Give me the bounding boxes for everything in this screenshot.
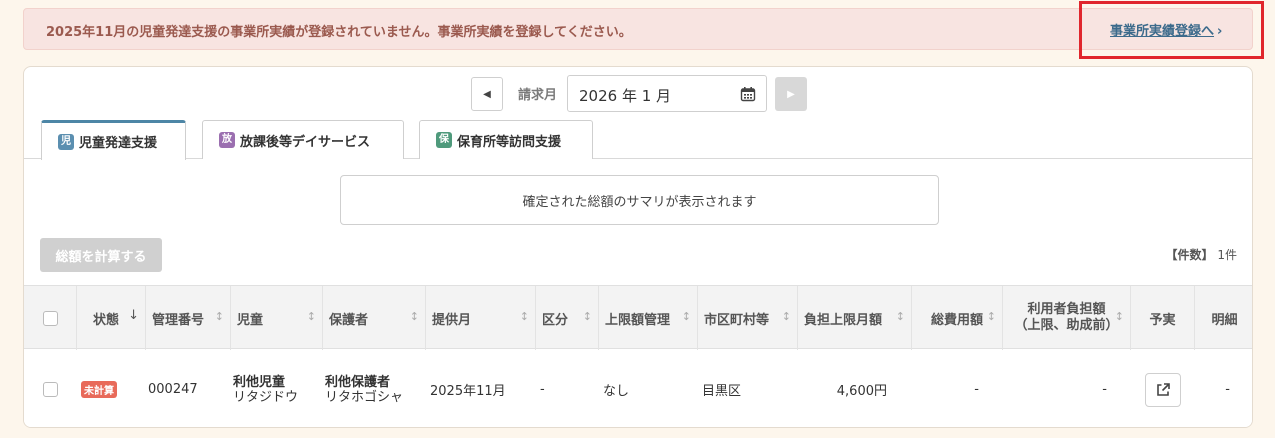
billing-month-value: 2026 年 1 月 xyxy=(579,87,672,105)
col-guardian[interactable]: 保護者 ↕ xyxy=(323,286,426,350)
table-row[interactable]: 未計算 000247 利他児童 リタジドウ 利他保護者 リタホゴシャ 2025年11… xyxy=(24,350,1252,427)
sort-icon: ↕ xyxy=(1114,310,1124,323)
register-results-link[interactable]: 事業所実績登録へ › xyxy=(1110,20,1222,39)
count-label: 【件数】 xyxy=(1165,248,1214,262)
tab-label: 保育所等訪問支援 xyxy=(457,134,562,150)
tab-after-school-day-service[interactable]: 放 放課後等デイサービス xyxy=(202,120,404,159)
billing-month-input[interactable]: 2026 年 1 月 xyxy=(567,75,767,112)
summary-box: 確定された総額のサマリが表示されます xyxy=(340,175,939,225)
col-management-number[interactable]: 管理番号 ↕ xyxy=(146,286,231,350)
sort-icon: ↕ xyxy=(681,310,691,323)
row-select-cell xyxy=(24,350,77,427)
sort-icon: ↕ xyxy=(582,310,592,323)
billing-month-label: 請求月 xyxy=(518,88,558,103)
row-checkbox[interactable] xyxy=(43,382,58,397)
col-category[interactable]: 区分 ↕ xyxy=(536,286,599,350)
service-month: 2025年11月 xyxy=(430,384,506,399)
open-plan-actual-button[interactable] xyxy=(1145,372,1181,407)
col-monthly-cap[interactable]: 負担上限月額 ↕ xyxy=(798,286,912,350)
tab-badge: 児 xyxy=(58,133,74,150)
caret-right-icon: ▶ xyxy=(787,88,795,100)
child-kana: リタジドウ xyxy=(233,389,299,405)
category: - xyxy=(540,382,545,397)
select-all-cell xyxy=(24,286,77,350)
col-municipality[interactable]: 市区町村等 ↕ xyxy=(698,286,798,350)
child-cell: 利他児童 リタジドウ xyxy=(231,350,323,427)
external-link-icon xyxy=(1157,382,1170,396)
sort-icon: ↕ xyxy=(986,310,996,323)
guardian-cell: 利他保護者 リタホゴシャ xyxy=(323,350,426,427)
count-value: 1件 xyxy=(1217,248,1237,262)
monthly-cap: 4,600円 xyxy=(836,384,887,399)
col-service-month[interactable]: 提供月 ↕ xyxy=(426,286,536,350)
sort-icon: ↕ xyxy=(519,310,529,323)
status-badge: 未計算 xyxy=(81,381,117,398)
table-header: 状態 ↓ 管理番号 ↕ 児童 ↕ 保護者 ↕ 提供月 ↕ 区分 ↕ 上限額管理 ↕ 市区町村等… xyxy=(24,285,1252,350)
detail: - xyxy=(1225,382,1230,397)
plan-actual-cell xyxy=(1131,350,1195,427)
sort-icon: ↕ xyxy=(781,310,791,323)
guardian-kana: リタホゴシャ xyxy=(325,389,404,405)
tab-child-development[interactable]: 児 児童発達支援 xyxy=(41,120,186,160)
next-month-button[interactable]: ▶ xyxy=(775,77,807,111)
sort-desc-icon: ↓ xyxy=(128,308,139,323)
col-limit-management[interactable]: 上限額管理 ↕ xyxy=(599,286,698,350)
billing-card: ◀ 請求月 2026 年 1 月 ▶ 児 児童発達支援 放 放課後等デイサービス… xyxy=(23,66,1253,428)
tab-nursery-visit-support[interactable]: 保 保育所等訪問支援 xyxy=(419,120,593,159)
calendar-icon[interactable] xyxy=(740,86,756,102)
limit-management: なし xyxy=(603,384,630,399)
sort-icon: ↕ xyxy=(214,310,224,323)
col-plan-actual: 予実 xyxy=(1131,286,1195,350)
tab-label: 児童発達支援 xyxy=(79,136,158,151)
sort-icon: ↕ xyxy=(306,310,316,323)
municipality: 目黒区 xyxy=(702,384,742,399)
summary-text: 確定された総額のサマリが表示されます xyxy=(522,194,757,210)
sort-icon: ↕ xyxy=(895,310,905,323)
management-number: 000247 xyxy=(148,382,198,397)
caret-left-icon: ◀ xyxy=(483,88,491,100)
child-name: 利他児童 xyxy=(233,374,286,390)
col-user-burden[interactable]: 利用者負担額 （上限、助成前） ↕ xyxy=(1003,286,1131,350)
sort-icon: ↕ xyxy=(409,310,419,323)
col-child[interactable]: 児童 ↕ xyxy=(231,286,323,350)
tab-badge: 保 xyxy=(436,132,452,148)
alert-message: 2025年11月の児童発達支援の事業所実績が登録されていません。事業所実績を登録… xyxy=(46,25,632,40)
guardian-name: 利他保護者 xyxy=(325,374,391,390)
tab-label: 放課後等デイサービス xyxy=(240,134,371,150)
alert-banner: 2025年11月の児童発達支援の事業所実績が登録されていません。事業所実績を登録… xyxy=(23,8,1253,50)
chevron-right-icon: › xyxy=(1217,24,1223,39)
col-total-cost[interactable]: 総費用額 ↕ xyxy=(912,286,1003,350)
tab-badge: 放 xyxy=(219,132,235,148)
calculate-total-button[interactable]: 総額を計算する xyxy=(40,238,162,272)
col-status[interactable]: 状態 ↓ xyxy=(77,286,146,350)
select-all-checkbox[interactable] xyxy=(42,310,58,326)
total-cost: - xyxy=(974,382,979,397)
user-burden: - xyxy=(1102,382,1107,397)
prev-month-button[interactable]: ◀ xyxy=(471,77,503,111)
status-cell: 未計算 xyxy=(77,350,146,427)
record-count: 【件数】 1件 xyxy=(1166,246,1237,263)
col-detail: 明細 xyxy=(1211,312,1238,328)
